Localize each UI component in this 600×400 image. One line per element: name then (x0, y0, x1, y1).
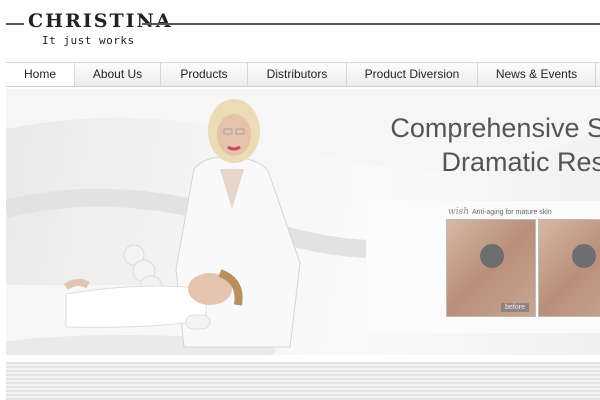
main-nav: Home About Us Products Distributors Prod… (6, 62, 600, 87)
product-panel: wish Anti-aging for mature skin before (366, 201, 600, 333)
header-rule-right (142, 23, 600, 25)
product-caption-text: Anti-aging for mature skin (472, 209, 552, 216)
nav-item-home[interactable]: Home (6, 63, 75, 86)
site-header: CHRISTINA It just works (0, 0, 600, 62)
nav-item-distributors[interactable]: Distributors (248, 63, 347, 86)
headline-line-1: Comprehensive So (390, 113, 600, 143)
headline-line-2: Dramatic Resu (441, 147, 600, 177)
nav-item-products[interactable]: Products (161, 63, 248, 86)
face-blur-dot (572, 244, 596, 268)
product-brand: wish (448, 207, 469, 217)
before-photo: before (446, 219, 536, 317)
brand-tagline: It just works (42, 34, 135, 47)
site-logo[interactable]: CHRISTINA It just works (28, 10, 173, 48)
after-photo (538, 219, 600, 317)
brand-name: CHRISTINA (28, 10, 173, 32)
nav-item-product-diversion[interactable]: Product Diversion (347, 63, 478, 86)
nav-item-about-us[interactable]: About Us (75, 63, 161, 86)
content-bar (6, 362, 600, 400)
hero-headline: Comprehensive So Dramatic Resu (390, 111, 600, 179)
nav-item-news-events[interactable]: News & Events (478, 63, 596, 86)
header-rule-left (6, 23, 24, 25)
face-blur-dot (480, 244, 504, 268)
product-caption: wish Anti-aging for mature skin (448, 207, 552, 217)
before-label: before (501, 303, 529, 312)
hero-banner[interactable]: Comprehensive So Dramatic Resu wishAnti-… (6, 89, 600, 355)
